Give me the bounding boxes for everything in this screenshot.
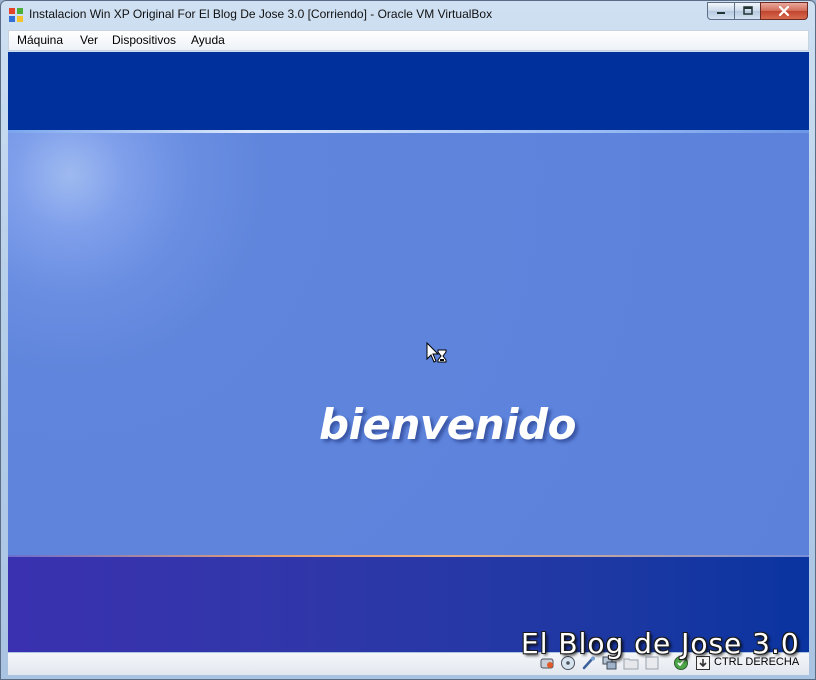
menu-item-maquina[interactable]: Máquina [17, 33, 63, 47]
virtualbox-app-icon[interactable] [8, 7, 24, 23]
maximize-icon [742, 6, 753, 15]
virtualbox-window: Instalacion Win XP Original For El Blog … [0, 0, 816, 680]
menu-item-dispositivos[interactable]: Dispositivos [112, 33, 176, 47]
maximize-button[interactable] [734, 2, 761, 20]
minimize-icon [717, 12, 725, 14]
window-title: Instalacion Win XP Original For El Blog … [29, 7, 493, 21]
minimize-button[interactable] [707, 2, 735, 20]
menu-bar: Máquina Ver Dispositivos Ayuda [8, 30, 809, 51]
busy-cursor-icon [426, 342, 447, 363]
title-bar[interactable]: Instalacion Win XP Original For El Blog … [1, 1, 815, 29]
xp-setup-center-panel: bienvenido [8, 133, 809, 555]
welcome-heading: bienvenido [319, 400, 576, 449]
menu-item-ver[interactable]: Ver [80, 33, 98, 47]
watermark-text: El Blog de Jose 3.0 [521, 627, 800, 660]
xp-setup-top-band [8, 52, 809, 130]
menu-item-ayuda[interactable]: Ayuda [191, 33, 225, 47]
vm-display[interactable]: bienvenido [8, 52, 809, 652]
close-button[interactable] [760, 2, 808, 20]
close-icon [778, 5, 790, 17]
